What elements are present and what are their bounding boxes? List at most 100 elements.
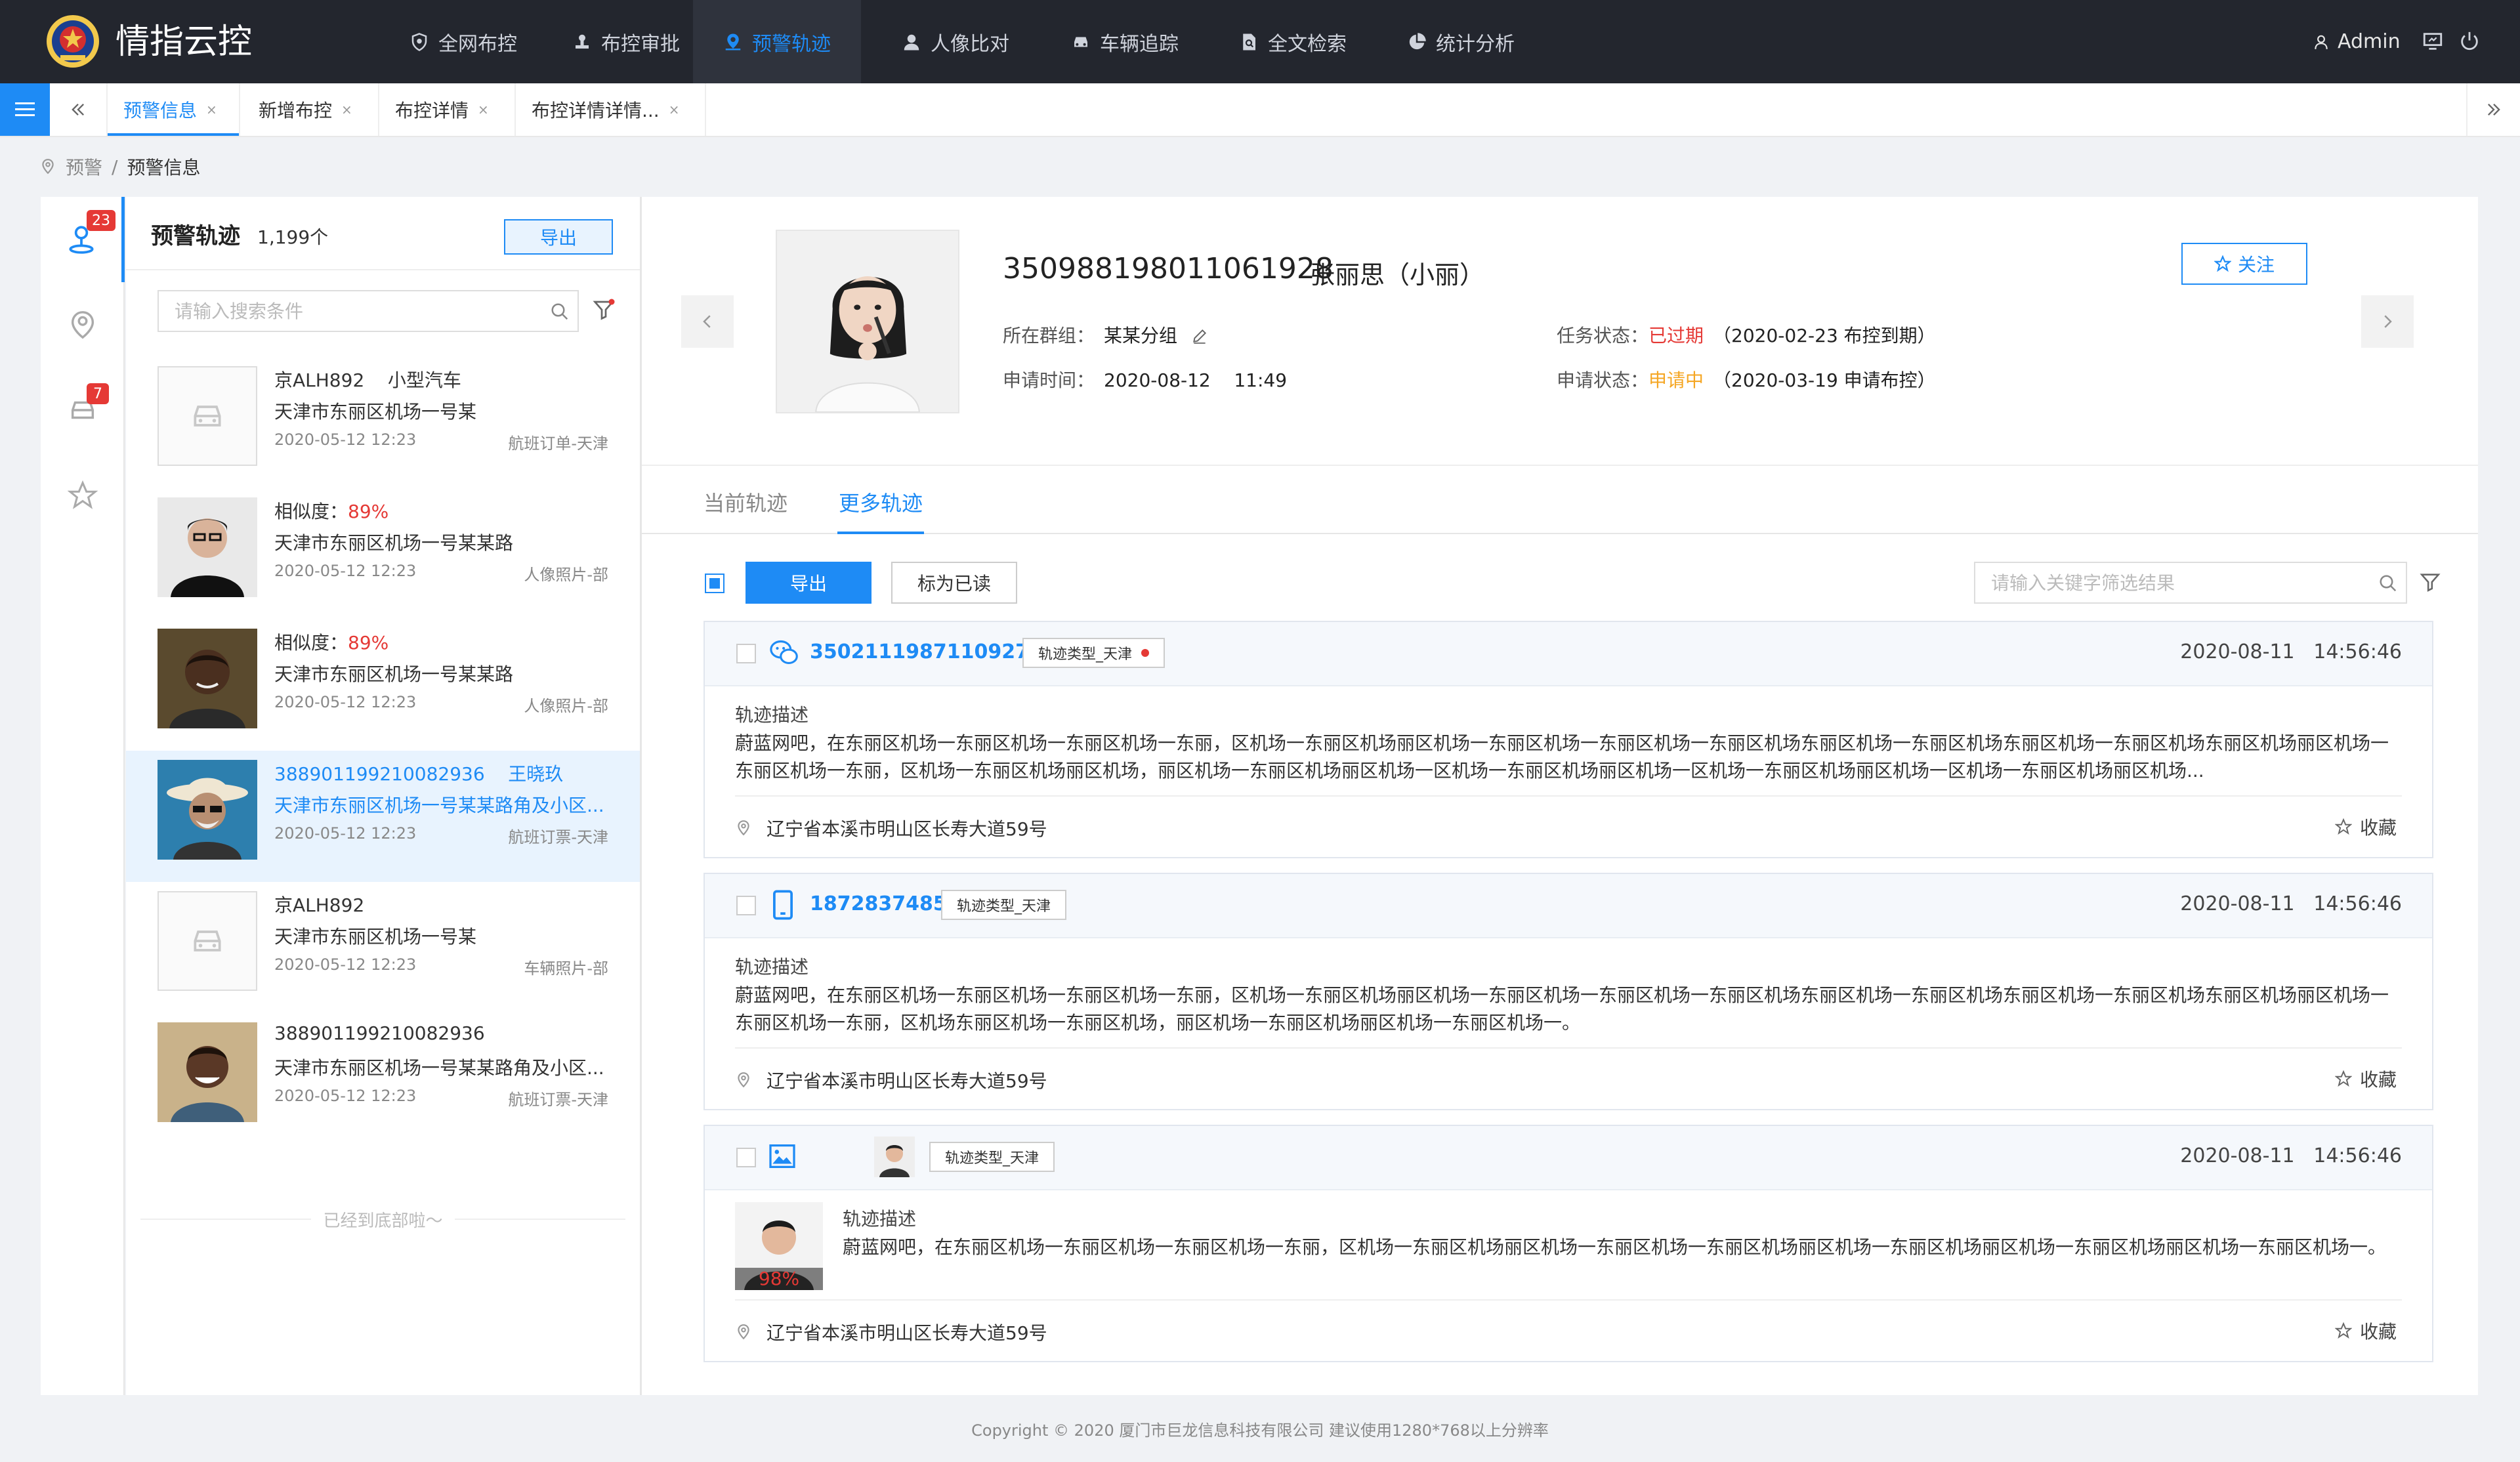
list-item[interactable]: 相似度：89% 天津市东丽区机场一号某某路 2020-05-12 12:23 人… bbox=[126, 488, 640, 619]
favorite-button[interactable]: 收藏 bbox=[2334, 1318, 2397, 1344]
tab-control-detail[interactable]: 布控详情 × bbox=[379, 83, 516, 136]
group-value: 某某分组 bbox=[1104, 325, 1178, 346]
tab-label: 预警信息 bbox=[123, 100, 198, 121]
tab-alert-info[interactable]: 预警信息 × bbox=[108, 83, 240, 136]
favorite-button[interactable]: 收藏 bbox=[2334, 814, 2397, 840]
filter-icon[interactable] bbox=[2419, 571, 2441, 593]
stamp-icon bbox=[576, 34, 589, 49]
apply-time-info: 申请时间： 2020-08-12 11:49 bbox=[1003, 366, 1287, 392]
list-search-input[interactable] bbox=[173, 291, 543, 331]
breadcrumb: 预警 / 预警信息 bbox=[39, 151, 200, 182]
person-detail-panel: 350988198011061928 张丽思（小丽） 所在群组： 某某分组 申请时… bbox=[642, 197, 2478, 1395]
favorite-button[interactable]: 收藏 bbox=[2334, 1066, 2397, 1092]
nav-item-face-compare[interactable]: 人像比对 bbox=[883, 0, 1028, 83]
scroll-tabs-left-button[interactable] bbox=[50, 83, 108, 136]
track-type-tag: 轨迹类型_天津 bbox=[941, 890, 1067, 920]
nav-item-statistics[interactable]: 统计分析 bbox=[1389, 0, 1533, 83]
track-type-tag: 轨迹类型_天津 bbox=[929, 1142, 1055, 1172]
apply-time-value: 2020-08-12 11:49 bbox=[1104, 369, 1288, 391]
item-source: 航班订票-天津 bbox=[508, 1091, 608, 1109]
profile-photo bbox=[776, 230, 959, 413]
favorite-label: 收藏 bbox=[2359, 1069, 2397, 1091]
task-status-label: 任务状态： bbox=[1557, 325, 1649, 346]
address-text: 辽宁省本溪市明山区长寿大道59号 bbox=[766, 818, 1047, 840]
previous-button[interactable] bbox=[681, 295, 734, 348]
scroll-tabs-right-button[interactable] bbox=[2466, 83, 2520, 136]
list-search-box bbox=[158, 290, 579, 332]
card-header: 轨迹类型_天津 2020-08-11 14:56:46 bbox=[705, 1126, 2432, 1190]
user-menu[interactable]: Admin bbox=[2313, 0, 2401, 83]
location-pin-icon bbox=[42, 159, 54, 175]
list-item-selected[interactable]: 388901199210082936 王晓玖 天津市东丽区机场一号某某路角及小区… bbox=[126, 751, 640, 882]
rail-item-favorites[interactable] bbox=[41, 453, 125, 538]
edit-icon[interactable] bbox=[1191, 327, 1208, 345]
rail-item-person[interactable] bbox=[41, 282, 125, 367]
page-footer: Copyright © 2020 厦门市巨龙信息科技有限公司 建议使用1280*… bbox=[0, 1395, 2520, 1462]
mobile-phone-icon bbox=[773, 890, 793, 920]
rail-item-track[interactable]: 23 bbox=[41, 197, 125, 282]
plate-number: 京ALH892 bbox=[274, 369, 365, 391]
card-checkbox[interactable] bbox=[736, 1148, 756, 1167]
item-source: 航班订单-天津 bbox=[508, 434, 608, 453]
nav-item-vehicle-tracking[interactable]: 车辆追踪 bbox=[1053, 0, 1197, 83]
list-item[interactable]: 京ALH892 小型汽车 天津市东丽区机场一号某 2020-05-12 12:2… bbox=[126, 357, 640, 488]
username: Admin bbox=[2338, 30, 2401, 53]
map-pin-icon bbox=[725, 33, 741, 50]
similarity-value: 89% bbox=[348, 501, 389, 522]
keyword-filter-input[interactable] bbox=[1990, 563, 2360, 602]
nav-item-network-control[interactable]: 全网布控 bbox=[391, 0, 536, 83]
track-id[interactable]: 350211198711092734 bbox=[810, 640, 1057, 663]
breadcrumb-parent[interactable]: 预警 bbox=[66, 154, 102, 180]
list-item[interactable]: 388901199210082936 天津市东丽区机场一号某某路角及小区... … bbox=[126, 1013, 640, 1144]
task-status-value: 已过期 bbox=[1648, 325, 1704, 346]
tab-close-icon[interactable]: × bbox=[478, 102, 489, 117]
list-export-button[interactable]: 导出 bbox=[504, 219, 613, 255]
rail-item-vehicle[interactable]: 7 bbox=[41, 367, 125, 453]
user-icon bbox=[2315, 35, 2328, 49]
track-id[interactable]: 18728374859 bbox=[810, 892, 961, 915]
track-address: 辽宁省本溪市明山区长寿大道59号 bbox=[735, 1319, 1047, 1345]
chevron-left-icon bbox=[703, 315, 711, 328]
list-count: 1,199个 bbox=[257, 226, 329, 248]
similarity-badge: 98% bbox=[758, 1268, 800, 1289]
list-item[interactable]: 京ALH892 天津市东丽区机场一号某 2020-05-12 12:23 车辆照… bbox=[126, 882, 640, 1013]
tag-label: 轨迹类型_天津 bbox=[1038, 646, 1133, 663]
tab-close-icon[interactable]: × bbox=[206, 102, 217, 117]
nav-item-alert-track[interactable]: 预警轨迹 bbox=[693, 0, 861, 83]
export-button[interactable]: 导出 bbox=[746, 562, 872, 604]
tab-control-detail-detail[interactable]: 布控详情详情... × bbox=[516, 83, 706, 136]
card-checkbox[interactable] bbox=[736, 644, 756, 663]
track-time: 2020-08-11 14:56:46 bbox=[2180, 640, 2402, 663]
filter-icon[interactable] bbox=[592, 298, 616, 322]
tab-close-icon[interactable]: × bbox=[669, 102, 680, 117]
list-item[interactable]: 相似度：89% 天津市东丽区机场一号某某路 2020-05-12 12:23 人… bbox=[126, 619, 640, 751]
tab-current-track[interactable]: 当前轨迹 bbox=[704, 487, 788, 517]
tab-add-control[interactable]: 新增布控 × bbox=[243, 83, 379, 136]
tab-close-icon[interactable]: × bbox=[341, 102, 352, 117]
follow-button[interactable]: 关注 bbox=[2181, 243, 2307, 285]
screen-icon[interactable] bbox=[2422, 30, 2444, 52]
breadcrumb-separator: / bbox=[112, 156, 118, 178]
nav-item-full-text-search[interactable]: 全文检索 bbox=[1221, 0, 1365, 83]
search-icon[interactable] bbox=[550, 302, 570, 322]
tab-label: 布控详情详情... bbox=[532, 100, 660, 121]
track-type-tag: 轨迹类型_天津 bbox=[1022, 638, 1166, 668]
item-time: 2020-05-12 12:23 bbox=[274, 955, 417, 974]
mark-as-read-button[interactable]: 标为已读 bbox=[891, 562, 1017, 604]
car-icon bbox=[1074, 37, 1087, 47]
search-icon[interactable] bbox=[2378, 574, 2398, 593]
breadcrumb-current: 预警信息 bbox=[127, 157, 201, 178]
file-search-icon bbox=[1243, 33, 1255, 50]
power-icon[interactable] bbox=[2458, 30, 2481, 52]
item-title: 相似度：89% bbox=[274, 629, 388, 655]
select-all-checkbox[interactable] bbox=[705, 574, 724, 593]
tab-more-tracks[interactable]: 更多轨迹 bbox=[839, 487, 923, 517]
nav-item-approval[interactable]: 布控审批 bbox=[554, 0, 698, 83]
menu-toggle-button[interactable] bbox=[0, 83, 50, 136]
card-header: 350211198711092734 轨迹类型_天津 2020-08-11 14… bbox=[705, 622, 2432, 686]
face-thumbnail bbox=[158, 1022, 257, 1122]
card-checkbox[interactable] bbox=[736, 896, 756, 915]
next-button[interactable] bbox=[2361, 295, 2414, 348]
person-id-number: 350988198011061928 bbox=[1003, 252, 1334, 285]
tab-label: 布控详情 bbox=[395, 100, 469, 121]
